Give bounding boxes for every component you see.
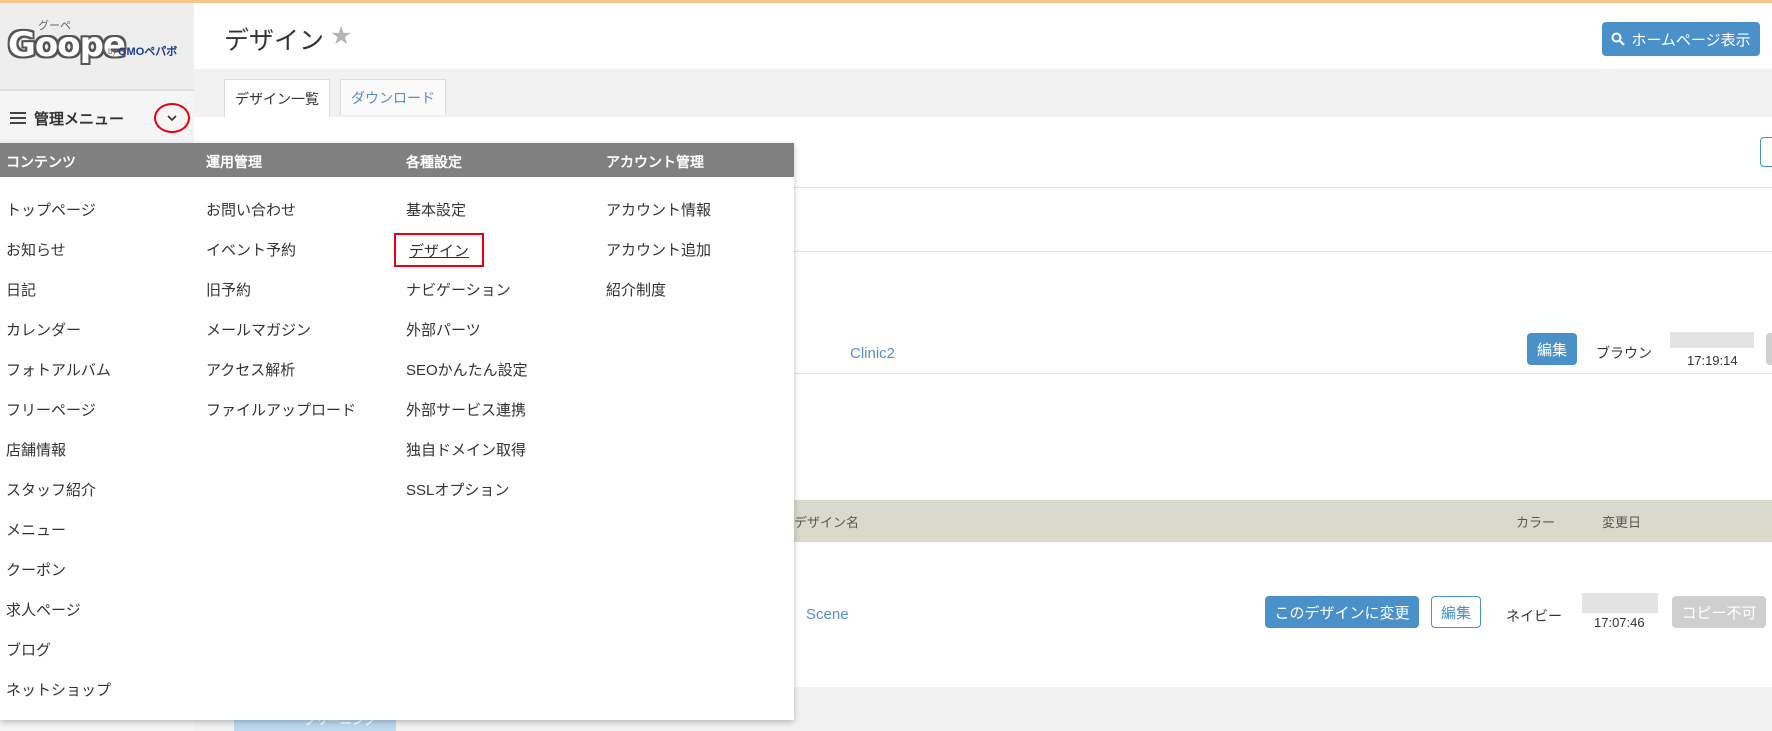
admin-menu-toggle[interactable]: 管理メニュー xyxy=(0,91,194,145)
tab-bar: デザイン一覧 ダウンロード xyxy=(224,79,446,117)
current-design-color: ブラウン xyxy=(1596,345,1652,361)
column-title-settings: 各種設定 xyxy=(406,154,462,170)
menu-item-calendar[interactable]: カレンダー xyxy=(6,319,111,359)
menu-item-design[interactable]: デザイン xyxy=(394,233,484,267)
current-design-name[interactable]: Clinic2 xyxy=(850,345,895,362)
menu-item-menu[interactable]: メニュー xyxy=(6,519,111,559)
menu-item-account-info[interactable]: アカウント情報 xyxy=(606,199,711,239)
design-name-link[interactable]: Scene xyxy=(806,606,849,623)
menu-item-blog[interactable]: ブログ xyxy=(6,639,111,679)
current-design-time: 17:19:14 xyxy=(1687,353,1738,368)
menu-item-ssl-option[interactable]: SSLオプション xyxy=(406,479,528,519)
logo[interactable]: グーペ Goope by GMOペパボ xyxy=(0,3,194,91)
menu-column-account: アカウント情報 アカウント追加 紹介制度 xyxy=(606,199,711,319)
column-title-account: アカウント管理 xyxy=(606,154,704,170)
search-icon xyxy=(1611,32,1626,46)
menu-item-staff[interactable]: スタッフ紹介 xyxy=(6,479,111,519)
menu-item-design-label: デザイン xyxy=(408,242,469,260)
column-header-updated: 変更日 xyxy=(1602,515,1642,530)
menu-item-diary[interactable]: 日記 xyxy=(6,279,111,319)
column-header-color: カラー xyxy=(1516,515,1556,530)
tab-download[interactable]: ダウンロード xyxy=(340,79,446,115)
copy-disabled-button: コピー不可 xyxy=(1672,596,1766,628)
menu-item-contact[interactable]: お問い合わせ xyxy=(206,199,356,239)
favorite-star-icon[interactable]: ★ xyxy=(330,21,352,51)
apply-design-button[interactable]: このデザインに変更 xyxy=(1265,596,1419,628)
column-title-operations: 運用管理 xyxy=(206,154,262,170)
menu-column-contents: トップページ お知らせ 日記 カレンダー フォトアルバム フリーページ 店舗情報… xyxy=(6,199,111,719)
menu-item-coupon[interactable]: クーポン xyxy=(6,559,111,599)
edge-button[interactable] xyxy=(1760,137,1772,167)
current-design-disabled-button xyxy=(1766,333,1772,365)
column-title-contents: コンテンツ xyxy=(6,154,76,170)
chevron-down-icon[interactable] xyxy=(154,103,190,133)
menu-item-net-shop[interactable]: ネットショップ xyxy=(6,679,111,719)
menu-item-top-page[interactable]: トップページ xyxy=(6,199,111,239)
blurred-date xyxy=(1670,332,1754,348)
menu-item-file-upload[interactable]: ファイルアップロード xyxy=(206,399,356,439)
logo-company: GMOペパボ xyxy=(118,46,178,58)
view-homepage-button[interactable]: ホームページ表示 xyxy=(1602,22,1760,56)
hamburger-icon xyxy=(10,112,26,124)
menu-item-custom-domain[interactable]: 独自ドメイン取得 xyxy=(406,439,528,479)
menu-item-store-info[interactable]: 店舗情報 xyxy=(6,439,111,479)
current-design-edit-button[interactable]: 編集 xyxy=(1527,333,1577,365)
tab-design-list[interactable]: デザイン一覧 xyxy=(224,79,330,117)
menu-item-event-reservation[interactable]: イベント予約 xyxy=(206,239,356,279)
column-header-name: デザイン名 xyxy=(794,515,860,530)
admin-menu-label: 管理メニュー xyxy=(34,110,125,128)
design-color: ネイビー xyxy=(1506,608,1562,624)
menu-item-external-services[interactable]: 外部サービス連携 xyxy=(406,399,528,439)
menu-item-news[interactable]: お知らせ xyxy=(6,239,111,279)
mega-menu-header: コンテンツ 運用管理 各種設定 アカウント管理 xyxy=(0,143,794,177)
menu-item-seo-settings[interactable]: SEOかんたん設定 xyxy=(406,359,528,399)
menu-item-add-account[interactable]: アカウント追加 xyxy=(606,239,711,279)
menu-item-referral[interactable]: 紹介制度 xyxy=(606,279,711,319)
menu-item-external-parts[interactable]: 外部パーツ xyxy=(406,319,528,359)
edit-design-button[interactable]: 編集 xyxy=(1431,596,1481,628)
menu-item-analytics[interactable]: アクセス解析 xyxy=(206,359,356,399)
page-header: デザイン ★ ホームページ表示 xyxy=(194,3,1772,69)
admin-mega-menu: コンテンツ 運用管理 各種設定 アカウント管理 トップページ お知らせ 日記 カ… xyxy=(0,143,794,720)
logo-by: by xyxy=(108,47,117,56)
design-time: 17:07:46 xyxy=(1594,615,1645,630)
menu-item-jobs[interactable]: 求人ページ xyxy=(6,599,111,639)
page-title: デザイン xyxy=(224,27,325,55)
menu-item-old-reservation[interactable]: 旧予約 xyxy=(206,279,356,319)
view-homepage-label: ホームページ表示 xyxy=(1631,31,1751,49)
blurred-date xyxy=(1582,593,1658,613)
menu-item-photo-album[interactable]: フォトアルバム xyxy=(6,359,111,399)
menu-item-free-page[interactable]: フリーページ xyxy=(6,399,111,439)
menu-item-newsletter[interactable]: メールマガジン xyxy=(206,319,356,359)
menu-item-navigation[interactable]: ナビゲーション xyxy=(406,279,528,319)
logo-wordmark: Goope xyxy=(8,25,126,65)
menu-column-operations: お問い合わせ イベント予約 旧予約 メールマガジン アクセス解析 ファイルアップ… xyxy=(206,199,356,439)
